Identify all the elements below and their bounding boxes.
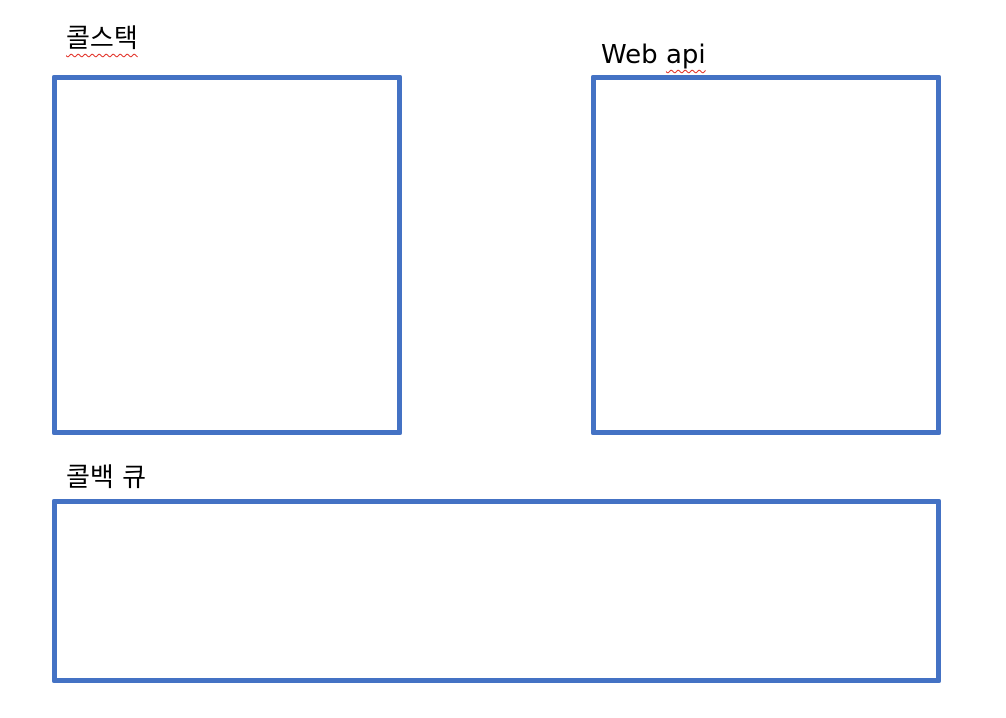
web-api-label-word2: api <box>665 40 706 70</box>
web-api-label: Web api <box>601 42 706 68</box>
callback-queue-label-word2: 큐 <box>122 463 147 493</box>
web-api-label-word1: Web <box>601 40 658 70</box>
callback-queue-label: 콜백 큐 <box>66 465 146 491</box>
callback-queue-label-word1: 콜백 <box>66 463 114 493</box>
callback-queue-box <box>52 499 941 683</box>
web-api-box <box>591 75 941 435</box>
call-stack-label: 콜스택 <box>66 26 138 52</box>
call-stack-box <box>52 75 402 435</box>
call-stack-label-text: 콜스택 <box>66 24 138 54</box>
